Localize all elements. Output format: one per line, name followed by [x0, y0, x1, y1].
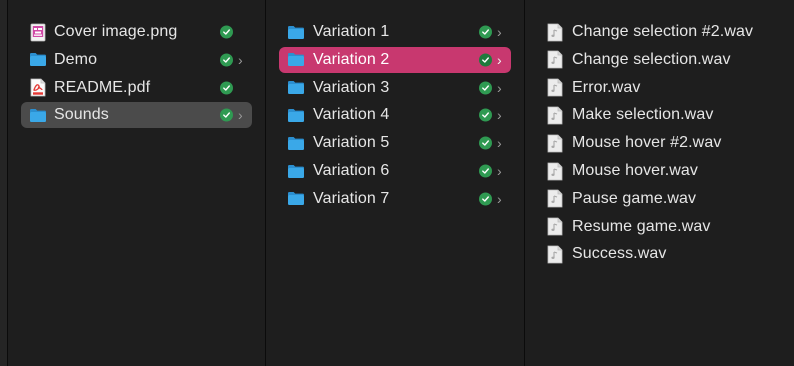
audio-file-icon — [546, 189, 564, 208]
folder-row[interactable]: Variation 6 › — [279, 158, 511, 184]
folder-row[interactable]: Variation 4 › — [279, 102, 511, 128]
audio-file-icon — [546, 162, 564, 180]
audio-file-icon — [546, 78, 564, 97]
audio-file-icon — [546, 134, 564, 153]
column-sounds: Variation 1 › Variation 2 › Variation 3 › Vari… — [266, 0, 524, 366]
item-name: Variation 7 — [313, 189, 390, 207]
folder-icon — [287, 51, 305, 69]
chevron-right-icon: › — [238, 51, 243, 68]
synced-check-icon — [220, 25, 233, 39]
item-name: Change selection.wav — [572, 50, 731, 68]
file-row[interactable]: Make selection.wav — [538, 102, 783, 128]
item-name: Variation 1 — [313, 23, 390, 40]
chevron-right-icon: › — [497, 163, 502, 179]
chevron-right-icon: › — [497, 51, 502, 68]
audio-file-icon — [546, 50, 564, 69]
item-name: Cover image.png — [54, 23, 178, 40]
audio-file-icon — [546, 106, 564, 125]
folder-row[interactable]: Variation 3 › — [279, 75, 511, 101]
synced-check-icon — [479, 192, 492, 206]
item-name: Mouse hover.wav — [572, 162, 699, 179]
image-file-icon — [29, 23, 47, 41]
folder-row[interactable]: Variation 1 › — [279, 19, 511, 45]
synced-check-icon — [479, 81, 492, 95]
audio-file-icon — [546, 23, 564, 41]
file-row[interactable]: Mouse hover.wav — [538, 158, 783, 184]
folder-icon — [287, 106, 305, 124]
folder-icon — [287, 162, 305, 180]
item-name: Variation 3 — [313, 78, 390, 96]
audio-file-icon — [546, 217, 564, 236]
item-name: Make selection.wav — [572, 106, 714, 124]
file-row[interactable]: Pause game.wav — [538, 186, 783, 212]
file-row[interactable]: Success.wav — [538, 241, 783, 267]
item-name: Pause game.wav — [572, 189, 697, 207]
file-row[interactable]: Error.wav — [538, 75, 783, 101]
folder-icon — [287, 23, 305, 41]
folder-icon — [287, 79, 305, 97]
column-variation-2: Change selection #2.wav Change selection.… — [525, 0, 794, 366]
chevron-right-icon: › — [497, 79, 502, 96]
item-name: README.pdf — [54, 78, 151, 96]
item-name: Variation 4 — [313, 106, 390, 124]
synced-check-icon — [479, 108, 492, 122]
file-row[interactable]: Cover image.png — [21, 19, 252, 45]
folder-icon — [29, 51, 47, 69]
item-name: Variation 5 — [313, 134, 390, 152]
chevron-right-icon: › — [497, 135, 502, 152]
item-name: Error.wav — [572, 78, 641, 96]
chevron-right-icon: › — [238, 107, 243, 124]
synced-check-icon — [220, 108, 233, 122]
item-name: Change selection #2.wav — [572, 23, 754, 40]
item-name: Resume game.wav — [572, 217, 711, 235]
item-name: Demo — [54, 50, 98, 68]
chevron-right-icon: › — [497, 107, 502, 124]
folder-icon — [29, 106, 47, 124]
item-name: Variation 6 — [313, 162, 390, 179]
folder-row[interactable]: Sounds › — [21, 102, 252, 129]
folder-row[interactable]: Demo › — [21, 47, 252, 73]
pdf-file-icon — [29, 78, 47, 97]
folder-row[interactable]: Variation 5 › — [279, 130, 511, 156]
item-name: Mouse hover #2.wav — [572, 134, 722, 152]
item-name: Success.wav — [572, 245, 667, 263]
item-name: Sounds — [54, 106, 109, 124]
synced-check-icon — [479, 53, 492, 67]
column-view-browser: Cover image.png Demo › README.pdf Sounds › Va… — [0, 0, 794, 366]
column-root: Cover image.png Demo › README.pdf Sounds › — [8, 0, 265, 366]
folder-icon — [287, 190, 305, 208]
file-row[interactable]: Change selection.wav — [538, 47, 783, 73]
sidebar-edge — [0, 0, 7, 366]
folder-row[interactable]: Variation 2 › — [279, 46, 511, 73]
synced-check-icon — [479, 25, 492, 39]
file-row[interactable]: README.pdf — [21, 75, 252, 101]
chevron-right-icon: › — [497, 24, 502, 40]
synced-check-icon — [220, 81, 233, 95]
folder-row[interactable]: Variation 7 › — [279, 186, 511, 212]
folder-icon — [287, 134, 305, 152]
chevron-right-icon: › — [497, 190, 502, 207]
file-row[interactable]: Change selection #2.wav — [538, 19, 783, 45]
file-row[interactable]: Resume game.wav — [538, 214, 783, 240]
file-row[interactable]: Mouse hover #2.wav — [538, 130, 783, 156]
synced-check-icon — [479, 164, 492, 178]
audio-file-icon — [546, 245, 564, 264]
item-name: Variation 2 — [313, 50, 390, 68]
synced-check-icon — [479, 136, 492, 150]
synced-check-icon — [220, 53, 233, 67]
